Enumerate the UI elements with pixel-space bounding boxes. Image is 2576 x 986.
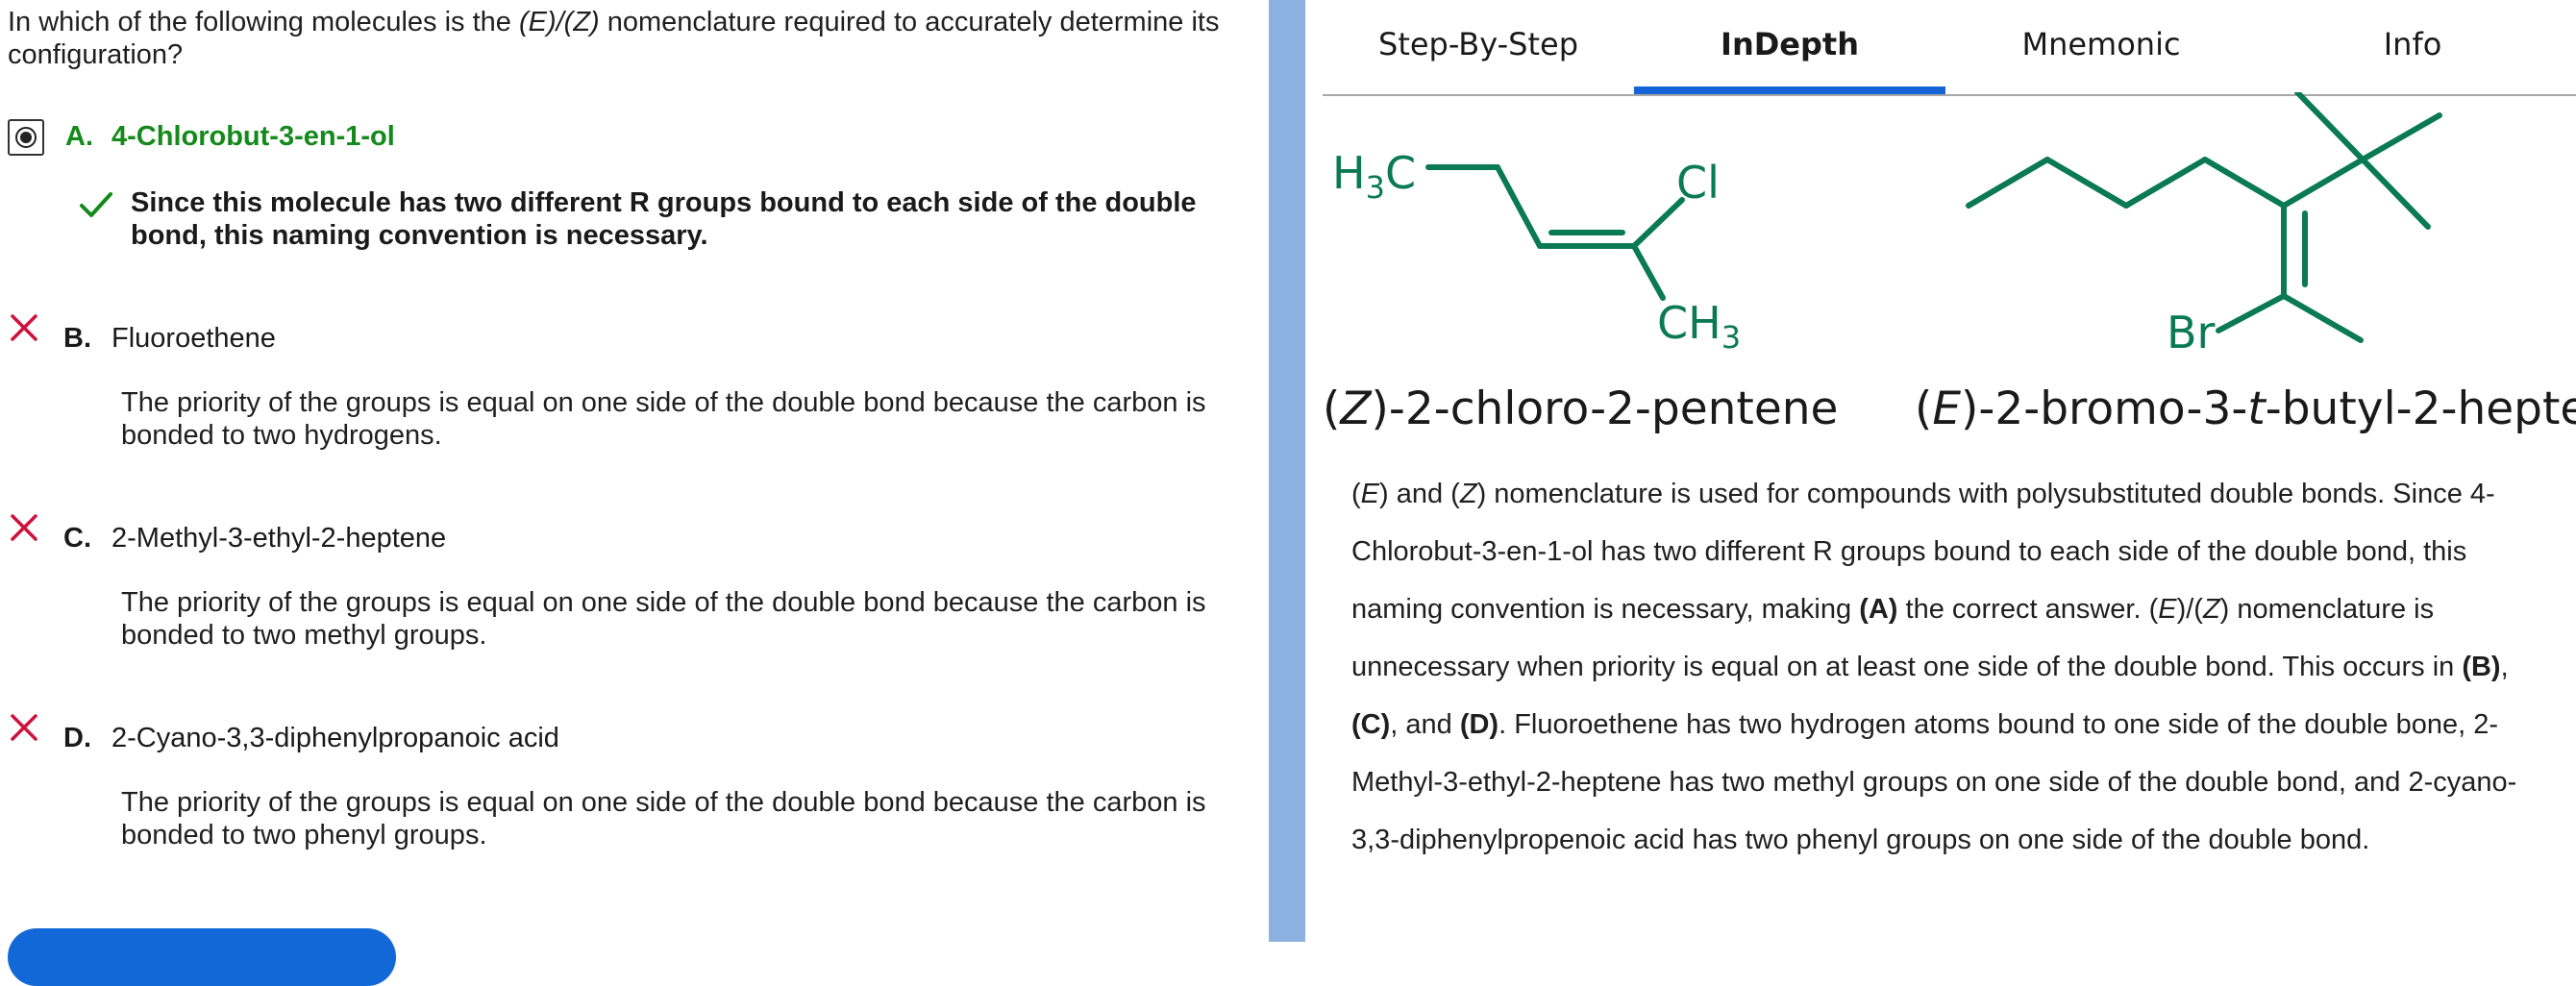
tab-indepth[interactable]: InDepth <box>1634 0 1945 94</box>
name-emphasis: t <box>2247 382 2266 435</box>
checkmark-icon <box>80 192 112 217</box>
explanation-panel: Step-By-Step InDepth Mnemonic Info H3C C… <box>1305 0 2576 942</box>
cl-label: Cl <box>1676 157 1720 209</box>
molecule-structures: H3C Cl CH3 Br <box>1332 92 2442 358</box>
indepth-explanation: (E) and (Z) nomenclature is used for com… <box>1351 479 2517 855</box>
option-letter: C. <box>63 523 91 554</box>
question-text: In which of the following molecules is t… <box>8 6 1248 71</box>
option-letter: D. <box>63 723 91 753</box>
option-explanation: The priority of the groups is equal on o… <box>121 387 1206 451</box>
molecule-z-2-chloro-2-pentene <box>1425 164 1685 301</box>
close-icon <box>11 514 37 541</box>
option-label: Fluoroethene <box>111 323 276 354</box>
tab-step-by-step[interactable]: Step-By-Step <box>1323 0 1634 92</box>
name-part: -butyl-2-heptene <box>2265 382 2576 435</box>
molecule-1-name: (Z)-2-chloro-2-pentene <box>1323 382 1838 435</box>
name-part: ( <box>1323 382 1341 435</box>
name-part: ( <box>1915 382 1933 435</box>
h3c-label: H3C <box>1332 147 1416 206</box>
option-label: 2-Methyl-3-ethyl-2-heptene <box>111 523 447 554</box>
name-part: )-2-chloro-2-pentene <box>1371 382 1839 435</box>
name-emphasis: E <box>1932 382 1962 435</box>
close-icon <box>11 714 37 741</box>
panel-divider[interactable] <box>1269 0 1305 942</box>
question-panel: In which of the following molecules is t… <box>0 0 1269 986</box>
option-label: 2-Cyano-3,3-diphenylpropanoic acid <box>111 723 559 753</box>
name-emphasis: Z <box>1340 382 1372 435</box>
ch3-label: CH3 <box>1657 297 1741 356</box>
radio-selected-icon[interactable] <box>8 119 44 156</box>
option-letter: A. <box>65 121 93 152</box>
molecule-2-name: (E)-2-bromo-3-t-butyl-2-heptene <box>1915 382 2576 435</box>
close-icon <box>11 314 37 341</box>
continue-button[interactable] <box>8 928 396 986</box>
tab-mnemonic[interactable]: Mnemonic <box>1945 0 2257 92</box>
question-text-emphasis: (E)/(Z) <box>518 7 600 37</box>
question-text-part: In which of the following molecules is t… <box>8 7 519 37</box>
molecule-e-2-bromo-3-t-butyl-2-heptene <box>1966 92 2442 343</box>
option-label: 4-Chlorobut-3-en-1-ol <box>111 121 395 152</box>
br-label: Br <box>2167 307 2216 358</box>
name-part: )-2-bromo-3- <box>1961 382 2248 435</box>
option-letter: B. <box>63 323 91 354</box>
tab-bar: Step-By-Step InDepth Mnemonic Info <box>1323 0 2576 96</box>
option-explanation: The priority of the groups is equal on o… <box>121 787 1206 850</box>
option-explanation: The priority of the groups is equal on o… <box>121 587 1206 651</box>
tab-info[interactable]: Info <box>2257 0 2568 92</box>
option-explanation: Since this molecule has two different R … <box>131 187 1197 251</box>
